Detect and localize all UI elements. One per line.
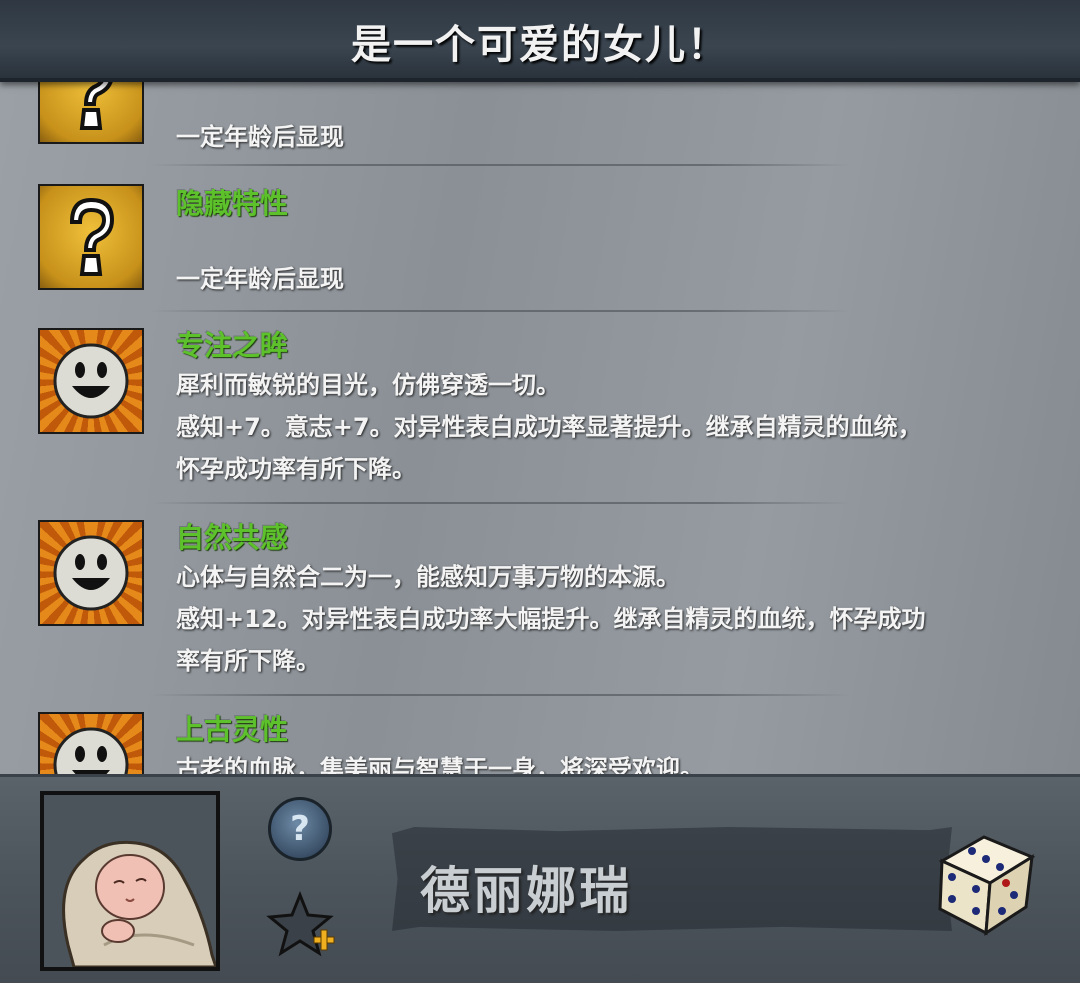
trait-item: 自然共感 心体与自然合二为一，能感知万事万物的本源。 感知+12。对异性表白成功… [0,516,1080,702]
trait-name: 上古灵性 [176,713,289,746]
trait-item: 专注之眸 犀利而敏锐的目光，仿佛穿透一切。 感知+7。意志+7。对异性表白成功率… [0,324,1080,510]
smiling-face-icon [38,520,144,626]
trait-desc-line: 古老的血脉，集美丽与智慧于一身，将深受欢迎。 [176,755,704,774]
trait-name: 自然共感 [176,521,289,554]
divider [150,694,850,696]
trait-description: 古老的血脉，集美丽与智慧于一身，将深受欢迎。 [176,748,1036,774]
trait-desc-line: 怀孕成功率有所下降。 [176,455,416,483]
trait-description: 一定年龄后显现 [176,258,1036,300]
trait-name: 专注之眸 [176,329,289,362]
trait-desc-line: 感知+7。意志+7。对异性表白成功率显著提升。继承自精灵的血统， [176,413,922,441]
character-portrait[interactable] [40,791,220,971]
character-name[interactable]: 德丽娜瑞 [420,851,632,923]
trait-name: 隐藏特性 [176,187,289,220]
trait-list[interactable]: 一定年龄后显现 隐藏特性 一定年龄后显现 专注之眸 犀利而敏锐的目光，仿佛穿透一… [0,78,1080,774]
randomize-button[interactable] [922,821,1046,941]
trait-item: 隐藏特性 一定年龄后显现 [0,178,1080,318]
divider [150,310,850,312]
character-panel: ? 德丽娜瑞 [0,774,1080,983]
smiling-face-icon [38,328,144,434]
divider [150,164,850,166]
trait-description: 心体与自然合二为一，能感知万事万物的本源。 感知+12。对异性表白成功率大幅提升… [176,556,1036,682]
trait-desc-line: 心体与自然合二为一，能感知万事万物的本源。 [176,563,680,591]
trait-desc-line: 率有所下降。 [176,647,320,675]
trait-item: 一定年龄后显现 [0,78,1080,168]
divider [150,502,850,504]
trait-description: 一定年龄后显现 [176,116,1036,158]
question-mark-icon [38,184,144,290]
trait-description: 犀利而敏锐的目光，仿佛穿透一切。 感知+7。意志+7。对异性表白成功率显著提升。… [176,364,1036,490]
header-banner: 是一个可爱的女儿！ [0,0,1080,82]
help-icon: ? [290,809,310,849]
star-plus-icon [266,890,335,957]
trait-item: 上古灵性 古老的血脉，集美丽与智慧于一身，将深受欢迎。 [0,708,1080,774]
trait-desc-line: 感知+12。对异性表白成功率大幅提升。继承自精灵的血统，怀孕成功 [176,605,926,633]
trait-desc-line: 一定年龄后显现 [176,265,344,293]
favorite-button[interactable] [266,889,338,961]
trait-desc-line: 一定年龄后显现 [176,123,344,151]
swaddled-baby-portrait [62,840,219,969]
dice-icon [938,835,1036,936]
question-mark-icon [38,78,144,144]
help-button[interactable]: ? [268,797,332,861]
smiling-face-icon [38,712,144,774]
header-title: 是一个可爱的女儿！ [351,22,729,68]
trait-desc-line: 犀利而敏锐的目光，仿佛穿透一切。 [176,371,560,399]
